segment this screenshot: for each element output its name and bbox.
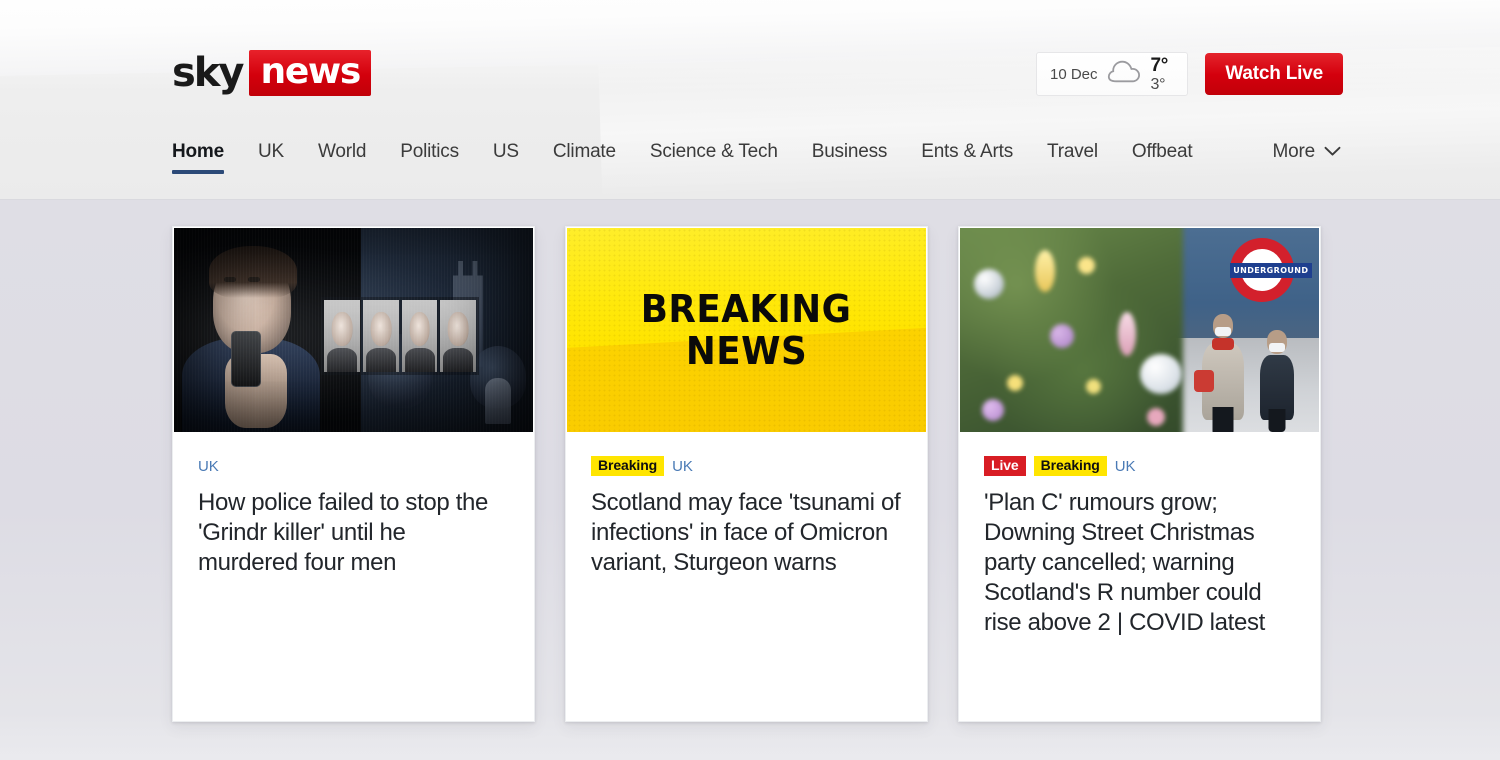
- logo-news-badge: news: [249, 50, 372, 96]
- story-tags: UK: [198, 456, 509, 476]
- nav-item-uk[interactable]: UK: [241, 140, 301, 182]
- breaking-graphic-line1: BREAKING: [641, 287, 852, 332]
- nav-more-label: More: [1272, 141, 1316, 162]
- nav-item-travel[interactable]: Travel: [1030, 140, 1115, 182]
- nav-item-us[interactable]: US: [476, 140, 536, 182]
- section-tag[interactable]: UK: [198, 459, 219, 474]
- main-navigation: Home UK World Politics US Climate Science & Te…: [172, 140, 1344, 199]
- story-headline[interactable]: 'Plan C' rumours grow; Downing Street Ch…: [984, 488, 1295, 638]
- watch-live-button[interactable]: Watch Live: [1205, 53, 1343, 95]
- story-image: UNDERGROUND: [960, 228, 1319, 432]
- main-content: UK How police failed to stop the 'Grindr…: [0, 200, 1500, 760]
- grindr-killer-collage-illustration: [174, 228, 533, 432]
- weather-high-temp: 7°: [1150, 54, 1169, 76]
- story-body: UK How police failed to stop the 'Grindr…: [174, 432, 533, 720]
- story-image: BREAKING NEWS: [567, 228, 926, 432]
- nav-list: Home UK World Politics US Climate Science & Te…: [172, 140, 1273, 182]
- nav-item-climate[interactable]: Climate: [536, 140, 633, 182]
- weather-low-temp: 3°: [1150, 75, 1166, 93]
- sky-news-page: sky news 10 Dec 7° 3° Watch Live Home UK…: [0, 0, 1500, 760]
- chevron-down-icon: [1324, 140, 1341, 164]
- breaking-news-graphic: BREAKING NEWS: [567, 228, 926, 432]
- breaking-badge: Breaking: [591, 456, 665, 476]
- story-card-grid: UK How police failed to stop the 'Grindr…: [172, 226, 1328, 722]
- logo-sky-text: sky: [172, 50, 244, 96]
- nav-more-button[interactable]: More: [1273, 140, 1344, 182]
- story-body: Breaking UK Scotland may face 'tsunami o…: [567, 432, 926, 720]
- story-card[interactable]: UK How police failed to stop the 'Grindr…: [172, 226, 535, 722]
- weather-temperatures: 7° 3°: [1150, 56, 1169, 93]
- breaking-badge: Breaking: [1033, 456, 1107, 476]
- story-headline[interactable]: How police failed to stop the 'Grindr ki…: [198, 488, 509, 578]
- story-card[interactable]: BREAKING NEWS Breaking UK Scotland may f…: [565, 226, 928, 722]
- sky-news-logo[interactable]: sky news: [172, 50, 372, 96]
- underground-sign-text: UNDERGROUND: [1229, 262, 1312, 278]
- story-image: [174, 228, 533, 432]
- story-tags: Breaking UK: [591, 456, 902, 476]
- section-tag[interactable]: UK: [1115, 459, 1136, 474]
- breaking-graphic-line2: NEWS: [685, 328, 808, 373]
- christmas-street-illustration: UNDERGROUND: [960, 228, 1319, 432]
- weather-date: 10 Dec: [1050, 65, 1098, 83]
- weather-widget[interactable]: 10 Dec 7° 3°: [1036, 52, 1188, 96]
- story-headline[interactable]: Scotland may face 'tsunami of infections…: [591, 488, 902, 578]
- nav-item-offbeat[interactable]: Offbeat: [1115, 140, 1210, 182]
- nav-item-home[interactable]: Home: [172, 140, 241, 182]
- nav-item-world[interactable]: World: [301, 140, 383, 182]
- site-header: sky news 10 Dec 7° 3° Watch Live Home UK…: [0, 0, 1500, 200]
- story-card[interactable]: UNDERGROUND Live Breaking UK 'Plan C' ru…: [958, 226, 1321, 722]
- nav-item-politics[interactable]: Politics: [383, 140, 476, 182]
- story-body: Live Breaking UK 'Plan C' rumours grow; …: [960, 432, 1319, 720]
- section-tag[interactable]: UK: [672, 459, 693, 474]
- nav-item-science-tech[interactable]: Science & Tech: [633, 140, 795, 182]
- nav-item-ents-arts[interactable]: Ents & Arts: [904, 140, 1030, 182]
- story-tags: Live Breaking UK: [984, 456, 1295, 476]
- nav-item-business[interactable]: Business: [795, 140, 905, 182]
- live-badge: Live: [984, 456, 1026, 476]
- cloud-icon: [1107, 60, 1141, 88]
